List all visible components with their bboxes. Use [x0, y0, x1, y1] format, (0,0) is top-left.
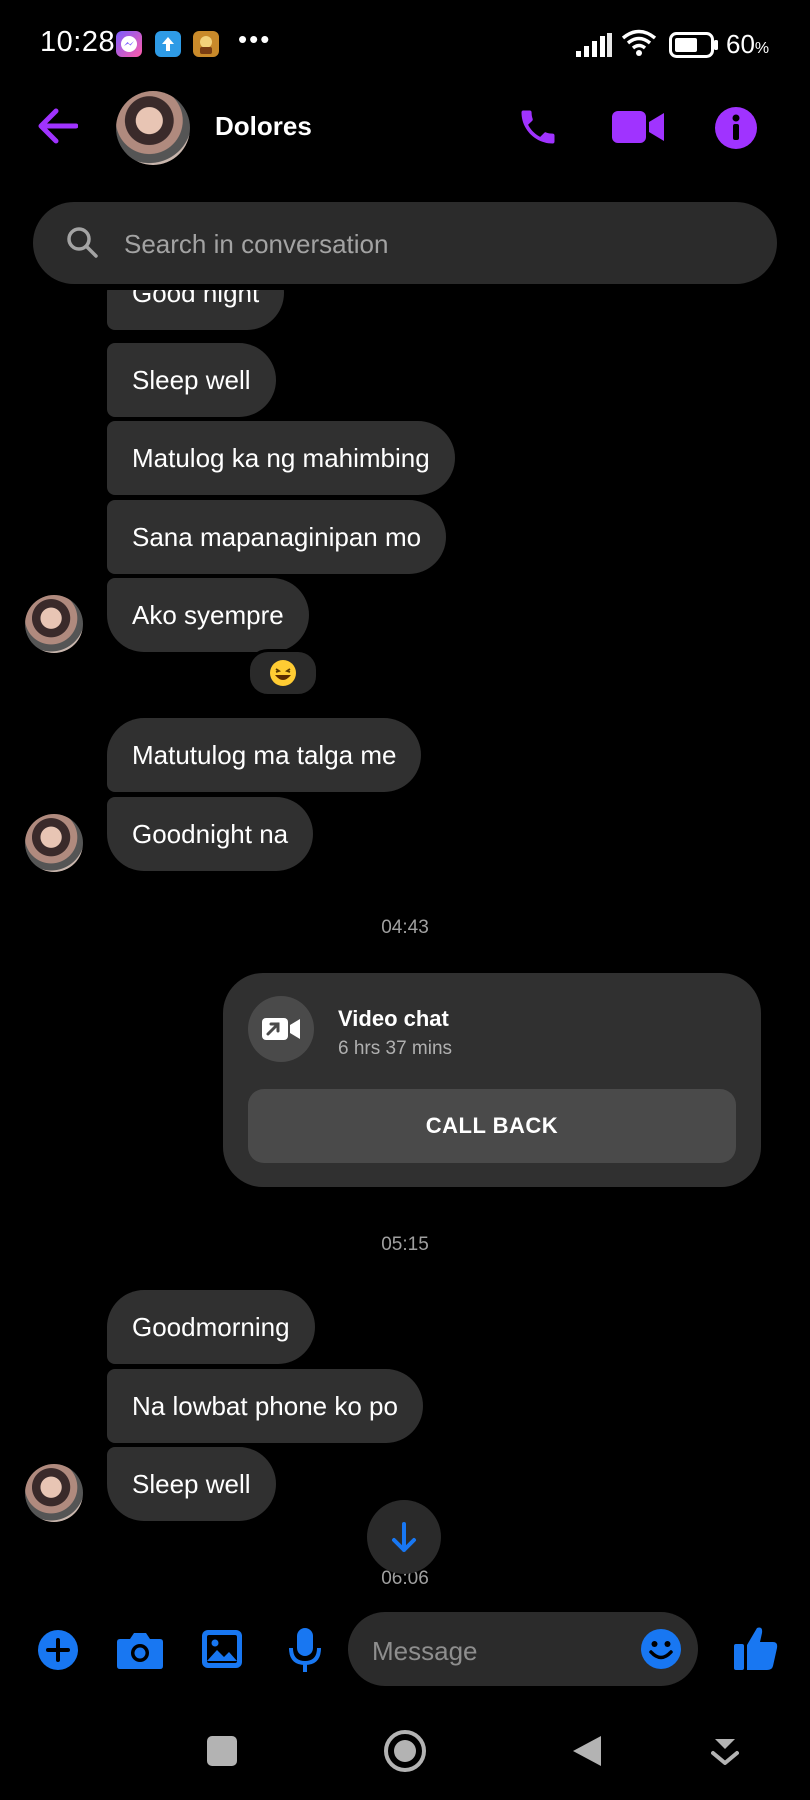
more-notifications: ••• [238, 24, 272, 54]
message-bubble[interactable]: Sleep well [107, 1447, 276, 1521]
gallery-icon[interactable] [201, 1629, 243, 1674]
message-placeholder: Message [372, 1636, 478, 1666]
back-icon[interactable] [571, 1734, 603, 1773]
arrow-down-icon [392, 1522, 416, 1552]
message-text: Goodmorning [132, 1311, 290, 1342]
scroll-to-bottom-button[interactable] [367, 1500, 441, 1574]
search-input[interactable]: Search in conversation [124, 229, 388, 260]
battery-percent: 60% [726, 29, 770, 59]
message-text: Ako syempre [132, 599, 284, 630]
message-text: Good night [132, 290, 260, 308]
status-time: 10:28 [40, 26, 116, 58]
message-bubble[interactable]: Na lowbat phone ko po [107, 1369, 423, 1443]
message-text: Goodnight na [132, 818, 289, 849]
call-back-button[interactable]: CALL BACK [248, 1089, 736, 1163]
timestamp: 04:43 [381, 917, 429, 938]
message-text: Sana mapanaginipan mo [132, 521, 422, 552]
wifi-icon [621, 29, 657, 62]
message-bubble[interactable]: Goodmorning [107, 1290, 315, 1364]
laughing-emoji-icon [270, 660, 296, 686]
missed-video-call-icon [248, 996, 314, 1062]
message-bubble[interactable]: Sana mapanaginipan mo [107, 500, 447, 574]
info-icon[interactable] [714, 106, 758, 155]
sender-avatar[interactable] [25, 1464, 83, 1522]
battery-icon [669, 32, 719, 63]
video-chat-title: Video chat [338, 1006, 449, 1031]
hide-keyboard-icon[interactable] [711, 1735, 739, 1770]
phone-call-icon[interactable] [516, 105, 560, 154]
camera-icon[interactable] [116, 1630, 164, 1675]
message-text: Matutulog ma talga me [132, 739, 397, 770]
message-text: Matulog ka ng mahimbing [132, 442, 430, 473]
message-bubble[interactable]: Matulog ka ng mahimbing [107, 421, 455, 495]
microphone-icon[interactable] [288, 1626, 322, 1679]
emoji-icon[interactable] [640, 1628, 682, 1675]
sender-avatar[interactable] [25, 814, 83, 872]
message-bubble[interactable]: Good night [107, 290, 285, 330]
reaction-badge[interactable] [247, 649, 319, 697]
back-arrow-icon[interactable] [36, 106, 79, 151]
signal-icon [576, 33, 612, 62]
sender-avatar[interactable] [25, 595, 83, 653]
video-chat-duration: 6 hrs 37 mins [338, 1038, 453, 1059]
thumbs-up-icon[interactable] [733, 1624, 779, 1677]
message-bubble[interactable]: Sleep well [107, 343, 276, 417]
plus-icon[interactable] [37, 1629, 79, 1676]
game-app-icon [193, 31, 219, 57]
home-icon[interactable] [383, 1729, 427, 1778]
message-text: Sleep well [132, 1468, 251, 1499]
message-bubble[interactable]: Matutulog ma talga me [107, 718, 422, 792]
video-call-icon[interactable] [612, 108, 664, 151]
search-icon [66, 226, 98, 263]
message-bubble[interactable]: Ako syempre [107, 578, 309, 652]
contact-name[interactable]: Dolores [215, 111, 312, 142]
recent-apps-icon[interactable] [207, 1736, 237, 1771]
timestamp: 05:15 [381, 1234, 429, 1255]
message-text: Sleep well [132, 364, 251, 395]
message-bubble[interactable]: Goodnight na [107, 797, 314, 871]
message-text: Na lowbat phone ko po [132, 1390, 398, 1421]
upload-app-icon [155, 31, 181, 57]
messenger-app-icon [116, 31, 142, 57]
contact-avatar[interactable] [116, 91, 190, 165]
